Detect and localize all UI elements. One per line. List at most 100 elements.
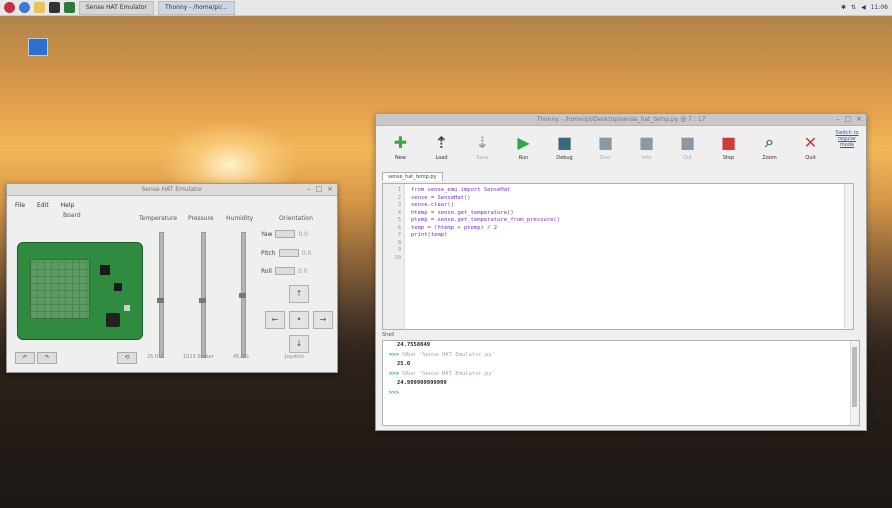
system-tray: ✱ ⇅ ◀ 11:06 xyxy=(841,4,888,11)
toolbar-button-quit[interactable]: ✕ Quit xyxy=(790,128,831,170)
shell-line: >>> %Run 'Sense HAT Emulator.py' xyxy=(383,351,859,361)
sense-hat-titlebar[interactable]: Sense HAT Emulator – □ × xyxy=(7,184,337,196)
orientation-header: Orientation xyxy=(279,215,313,222)
yaw-slider[interactable] xyxy=(275,230,296,238)
line-number: 4 xyxy=(397,209,401,216)
taskbar-button-thonny[interactable]: Thonny - /home/pi/... xyxy=(158,0,235,15)
pressure-slider-handle[interactable] xyxy=(199,298,206,303)
menu-edit[interactable]: Edit xyxy=(37,202,49,209)
toolbar-button-new[interactable]: ✚ New xyxy=(380,128,421,170)
toolbar-label: Into xyxy=(641,155,652,161)
temperature-slider-handle[interactable] xyxy=(157,298,164,303)
run-icon: ▶ xyxy=(517,132,530,152)
joystick-center-button[interactable]: • xyxy=(289,311,309,329)
minimize-icon[interactable]: – xyxy=(836,114,840,125)
raspberry-menu-icon[interactable] xyxy=(4,2,15,13)
sense-hat-emulator-window: Sense HAT Emulator – □ × File Edit Help … xyxy=(6,183,338,373)
yaw-label: Yaw xyxy=(261,230,273,238)
roll-slider[interactable] xyxy=(274,267,295,275)
terminal-icon[interactable] xyxy=(49,2,60,13)
code-line[interactable]: print(temp) xyxy=(411,232,560,240)
joystick-chip[interactable] xyxy=(106,313,120,327)
zoom-icon: ⌕ xyxy=(765,132,774,151)
code-line[interactable]: ptemp = sense.get_temperature_from_press… xyxy=(411,217,560,225)
joystick-down-button[interactable]: ↓ xyxy=(289,335,309,353)
code-editor[interactable]: 1 2 3 4 5 6 7 8 9 10 from sense_emu import SenseH… xyxy=(382,183,854,330)
file-manager-icon[interactable] xyxy=(34,2,45,13)
joystick-up-button[interactable]: ↑ xyxy=(289,285,309,303)
shell-scrollbar-thumb[interactable] xyxy=(852,347,857,407)
app-icon[interactable] xyxy=(64,2,75,13)
toolbar-button-load[interactable]: ⇡ Load xyxy=(421,128,462,170)
close-icon[interactable]: × xyxy=(327,184,333,195)
editor-tab[interactable]: sense_hat_temp.py xyxy=(382,172,443,181)
network-icon[interactable]: ⇅ xyxy=(851,4,856,11)
pressure-slider[interactable] xyxy=(199,232,206,358)
browser-icon[interactable] xyxy=(19,2,30,13)
toolbar-label: Run xyxy=(518,155,529,161)
toolbar-button-over[interactable]: ■ Over xyxy=(585,128,626,170)
minimize-icon[interactable]: – xyxy=(307,184,311,195)
rotate-left-button[interactable]: ↶ xyxy=(15,352,35,364)
code-line[interactable]: sense.clear() xyxy=(411,202,560,210)
taskbar-button-sense-hat[interactable]: Sense HAT Emulator xyxy=(79,0,155,15)
step-into-icon: ■ xyxy=(638,132,655,152)
menu-file[interactable]: File xyxy=(15,202,25,209)
code-line[interactable]: sense = SenseHat() xyxy=(411,195,560,203)
new-file-icon: ✚ xyxy=(393,132,408,152)
close-icon[interactable]: × xyxy=(856,114,862,125)
menu-help[interactable]: Help xyxy=(61,202,75,209)
shell-panel[interactable]: 24.7558049 >>> %Run 'Sense HAT Emulator.p… xyxy=(382,340,860,426)
desktop-trash-icon[interactable] xyxy=(28,38,48,56)
orientation-button[interactable]: ⟲ xyxy=(117,352,137,364)
shell-line: 24.7558049 xyxy=(383,341,859,351)
joystick-left-button[interactable]: ← xyxy=(265,311,285,329)
thonny-titlebar[interactable]: Thonny - /home/pi/Desktop/sense_hat_temp… xyxy=(376,114,866,126)
toolbar-label: Debug xyxy=(556,155,573,161)
toolbar-label: New xyxy=(395,155,406,161)
toolbar-button-debug[interactable]: ■ Debug xyxy=(544,128,585,170)
temperature-header: Temperature xyxy=(139,215,178,222)
rotate-right-button[interactable]: ↷ xyxy=(37,352,57,364)
sense-hat-board xyxy=(17,242,143,340)
joystick-right-button[interactable]: → xyxy=(313,311,333,329)
code-line[interactable]: temp = (htemp + ptemp) / 2 xyxy=(411,225,560,233)
bluetooth-icon[interactable]: ✱ xyxy=(841,4,846,11)
board-header: Board xyxy=(63,212,81,219)
temperature-slider[interactable] xyxy=(157,232,164,358)
maximize-icon[interactable]: □ xyxy=(845,114,852,125)
shell-output-value: 24.7558049 xyxy=(397,342,431,348)
pitch-label: Pitch xyxy=(261,249,276,257)
shell-output[interactable]: 24.7558049 >>> %Run 'Sense HAT Emulator.p… xyxy=(383,341,859,398)
toolbar-button-into[interactable]: ■ Into xyxy=(626,128,667,170)
line-number: 6 xyxy=(397,224,401,231)
shell-scrollbar[interactable] xyxy=(850,341,859,425)
switch-mode-link[interactable]: Switch to regular mode xyxy=(832,130,862,148)
toolbar-button-stop[interactable]: ■ Stop xyxy=(708,128,749,170)
led-matrix[interactable] xyxy=(30,259,90,319)
code-area[interactable]: from sense_emu import SenseHat sense = Se… xyxy=(405,184,566,329)
sense-hat-title: Sense HAT Emulator xyxy=(141,186,203,193)
maximize-icon[interactable]: □ xyxy=(316,184,323,195)
humidity-slider-handle[interactable] xyxy=(239,293,246,298)
toolbar-button-run[interactable]: ▶ Run xyxy=(503,128,544,170)
toolbar-button-out[interactable]: ■ Out xyxy=(667,128,708,170)
thonny-window: Thonny - /home/pi/Desktop/sense_hat_temp… xyxy=(375,113,867,431)
shell-command: %Run 'Sense HAT Emulator.py' xyxy=(402,351,495,358)
toolbar-label: Quit xyxy=(805,155,816,161)
toolbar-button-save[interactable]: ⇣ Save xyxy=(462,128,503,170)
volume-icon[interactable]: ◀ xyxy=(861,4,866,11)
line-number: 8 xyxy=(397,239,401,246)
line-number: 10 xyxy=(394,254,401,261)
humidity-slider[interactable] xyxy=(239,232,246,358)
code-line[interactable]: from sense_emu import SenseHat xyxy=(411,187,560,195)
quit-icon: ✕ xyxy=(803,132,818,152)
shell-output-value: 25.0 xyxy=(397,361,411,367)
editor-scrollbar[interactable] xyxy=(844,184,853,329)
humidity-value: 45.0% xyxy=(233,354,249,360)
code-line[interactable]: htemp = sense.get_temperature() xyxy=(411,210,560,218)
pitch-slider[interactable] xyxy=(278,249,299,257)
toolbar-label: Load xyxy=(435,155,448,161)
clock[interactable]: 11:06 xyxy=(871,4,888,11)
toolbar-button-zoom[interactable]: ⌕ Zoom xyxy=(749,128,790,170)
